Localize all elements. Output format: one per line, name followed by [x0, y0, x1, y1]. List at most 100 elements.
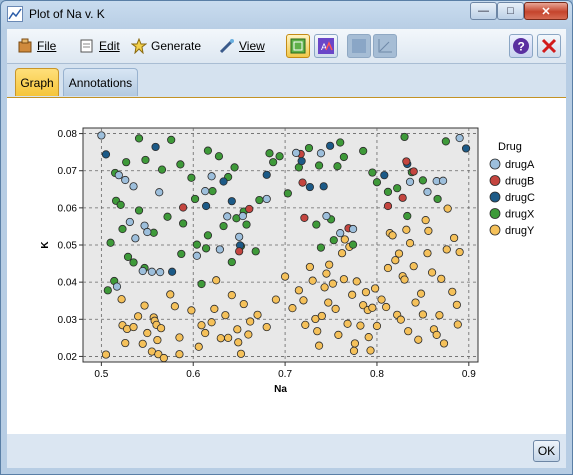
footer-bar: OK	[7, 434, 566, 468]
chart-select-button[interactable]	[286, 34, 310, 58]
data-point-drugX	[265, 149, 274, 158]
data-point-drugY	[368, 303, 377, 312]
menu-generate[interactable]: Generate	[130, 37, 201, 55]
data-point-drugY	[352, 277, 361, 286]
chart-annotate-icon: A	[318, 38, 334, 54]
data-point-drugY	[320, 283, 329, 292]
data-point-drugA	[131, 234, 140, 243]
y-tick-label: 0.04	[58, 278, 78, 289]
help-button[interactable]: ?	[509, 34, 533, 58]
data-point-drugY	[404, 327, 413, 336]
data-point-drugX	[106, 238, 115, 247]
data-point-drugC	[319, 182, 328, 191]
toolbar-close-button[interactable]	[537, 34, 561, 58]
data-point-drugA	[348, 224, 358, 234]
svg-text:A: A	[321, 42, 327, 52]
data-point-drugY	[134, 312, 143, 321]
data-point-drugY	[212, 276, 221, 285]
data-point-drugA	[455, 133, 464, 143]
data-point-drugY	[236, 349, 246, 358]
chart-type-icon	[352, 39, 366, 53]
legend-label-drugC: drugC	[505, 192, 535, 204]
menu-edit[interactable]: Edit	[79, 38, 120, 54]
menu-view[interactable]: View	[219, 38, 265, 54]
data-point-drugX	[141, 155, 150, 165]
menu-edit-label: Edit	[99, 39, 120, 53]
data-point-drugC	[461, 144, 471, 153]
data-point-drugY	[394, 249, 404, 258]
data-point-drugA	[207, 172, 216, 181]
data-point-drugC	[326, 141, 335, 150]
data-point-drugY	[348, 290, 357, 299]
client-area: File Edit Generate View A ? Graph Annota…	[7, 29, 566, 468]
data-point-drugY	[331, 304, 340, 313]
data-point-drugX	[203, 146, 213, 155]
data-point-drugX	[242, 220, 251, 229]
y-tick-label: 0.03	[58, 315, 78, 326]
data-point-drugY	[175, 333, 184, 342]
data-point-drugY	[244, 330, 253, 339]
y-tick-label: 0.02	[58, 352, 78, 363]
data-point-drugY	[166, 290, 175, 299]
data-point-drugX	[167, 135, 176, 144]
data-point-drugA	[262, 194, 271, 204]
data-point-drugY	[405, 239, 415, 248]
legend-title: Drug	[498, 141, 522, 153]
menu-view-label: View	[239, 39, 265, 53]
legend-marker-drugX	[489, 208, 501, 219]
data-point-drugY	[452, 300, 461, 309]
data-point-drugY	[194, 342, 203, 351]
chart-type-button[interactable]	[347, 34, 371, 58]
data-point-drugY	[246, 317, 255, 326]
data-point-drugX	[116, 200, 125, 209]
view-icon	[219, 38, 235, 54]
data-point-drugA	[97, 131, 106, 140]
menu-file[interactable]: File	[17, 38, 56, 54]
chart-annotate-button[interactable]: A	[314, 34, 338, 58]
data-point-drugY	[400, 275, 409, 284]
data-point-drugY	[416, 289, 426, 298]
data-point-drugY	[224, 333, 233, 342]
data-point-drugY	[140, 301, 149, 310]
close-red-icon	[541, 38, 557, 54]
data-point-drugY	[143, 328, 152, 338]
maximize-button[interactable]: □	[497, 2, 524, 20]
data-point-drugB	[383, 201, 393, 211]
data-point-drugX	[348, 240, 358, 249]
tab-strip: Graph Annotations	[7, 64, 566, 98]
data-point-drugX	[359, 146, 368, 156]
data-point-drugX	[251, 247, 260, 256]
title-bar[interactable]: Plot of Na v. K — □ ✕	[1, 1, 572, 28]
chart-select-icon	[290, 38, 306, 54]
data-point-drugY	[305, 262, 314, 272]
data-point-drugX	[441, 137, 450, 146]
data-point-drugX	[187, 173, 196, 182]
axis-button[interactable]	[373, 34, 397, 58]
plot-area	[82, 127, 479, 363]
scatter-chart: 0.5 0.6 0.7 0.8 0.9 0.02 0.03 0.04 0.05 0.06 0.07 0…	[40, 127, 535, 395]
window-close-button[interactable]: ✕	[524, 2, 568, 20]
ok-button[interactable]: OK	[533, 440, 560, 462]
data-point-drugX	[134, 206, 144, 215]
data-point-drugY	[227, 291, 236, 300]
minimize-button[interactable]: —	[470, 2, 497, 20]
window-controls: — □ ✕	[470, 2, 568, 20]
data-point-drugX	[329, 236, 338, 245]
data-point-drugA	[336, 229, 345, 238]
data-point-drugB	[179, 203, 188, 212]
data-point-drugA	[201, 187, 210, 196]
data-point-drugY	[234, 338, 243, 347]
data-point-drugY	[350, 339, 360, 348]
legend-label-drugB: drugB	[505, 176, 534, 188]
data-point-drugX	[393, 184, 402, 193]
data-point-drugY	[418, 310, 427, 319]
data-point-drugC	[101, 150, 111, 159]
data-point-drugY	[450, 233, 459, 243]
tab-graph[interactable]: Graph	[15, 68, 59, 96]
data-point-drugX	[312, 220, 321, 229]
data-point-drugY	[427, 268, 437, 277]
data-point-drugY	[339, 275, 348, 284]
data-point-drugY	[432, 330, 441, 339]
tab-annotations[interactable]: Annotations	[63, 68, 138, 96]
data-point-drugY	[448, 287, 457, 296]
